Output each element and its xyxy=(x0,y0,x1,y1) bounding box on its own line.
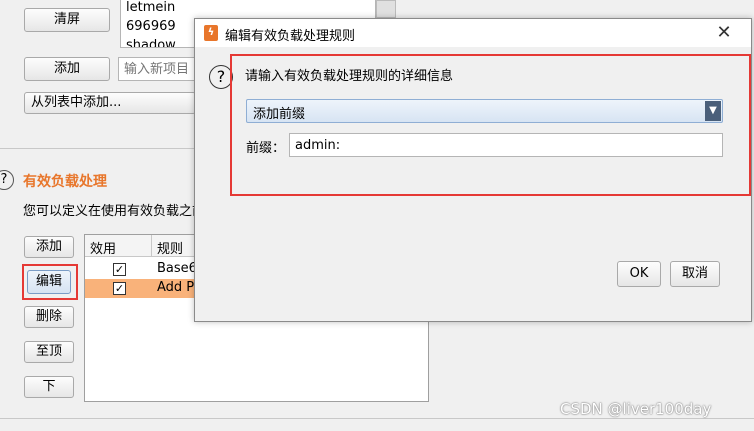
column-enabled-header[interactable]: 效用 xyxy=(90,238,116,257)
dialog-title: 编辑有效负载处理规则 xyxy=(225,29,356,44)
section-description: 您可以定义在使用有效负载之前 xyxy=(23,204,195,219)
section-title: 有效负载处理 xyxy=(23,174,107,190)
list-item[interactable]: shadow xyxy=(126,38,176,47)
column-divider xyxy=(151,235,152,257)
clear-button[interactable]: 清屏 xyxy=(24,8,110,32)
ok-button[interactable]: OK xyxy=(617,261,661,287)
rule-add-button[interactable]: 添加 xyxy=(24,236,74,258)
row-enabled-checkbox[interactable]: ✓ xyxy=(113,282,126,295)
close-icon[interactable]: ✕ xyxy=(713,22,735,44)
watermark: CSDN @liver100day xyxy=(560,400,712,418)
help-icon[interactable]: ? xyxy=(0,170,14,190)
row-enabled-checkbox[interactable]: ✓ xyxy=(113,263,126,276)
add-item-button[interactable]: 添加 xyxy=(24,57,110,81)
rule-down-button[interactable]: 下 xyxy=(24,376,74,398)
add-from-list-label: 从列表中添加... xyxy=(31,95,122,110)
cancel-button[interactable]: 取消 xyxy=(670,261,720,287)
row-rule-text: Add P xyxy=(157,280,195,295)
rule-remove-button[interactable]: 删除 xyxy=(24,306,74,328)
bottom-divider xyxy=(0,418,754,419)
edit-highlight-box xyxy=(22,264,78,300)
burp-logo-icon: ϟ xyxy=(204,25,218,41)
row-rule-text: Base6 xyxy=(157,261,197,276)
dialog-titlebar[interactable]: ϟ 编辑有效负载处理规则 ✕ xyxy=(195,19,751,47)
details-highlight-box xyxy=(230,54,751,196)
new-item-input[interactable] xyxy=(118,57,198,81)
section-divider xyxy=(0,148,200,149)
list-item[interactable]: letmein xyxy=(126,0,175,15)
list-item[interactable]: 696969 xyxy=(126,19,176,34)
list-scrollbar[interactable] xyxy=(376,0,396,18)
add-from-list-dropdown[interactable]: 从列表中添加... xyxy=(24,92,196,114)
rule-top-button[interactable]: 至顶 xyxy=(24,341,74,363)
column-rule-header[interactable]: 规则 xyxy=(157,238,183,257)
